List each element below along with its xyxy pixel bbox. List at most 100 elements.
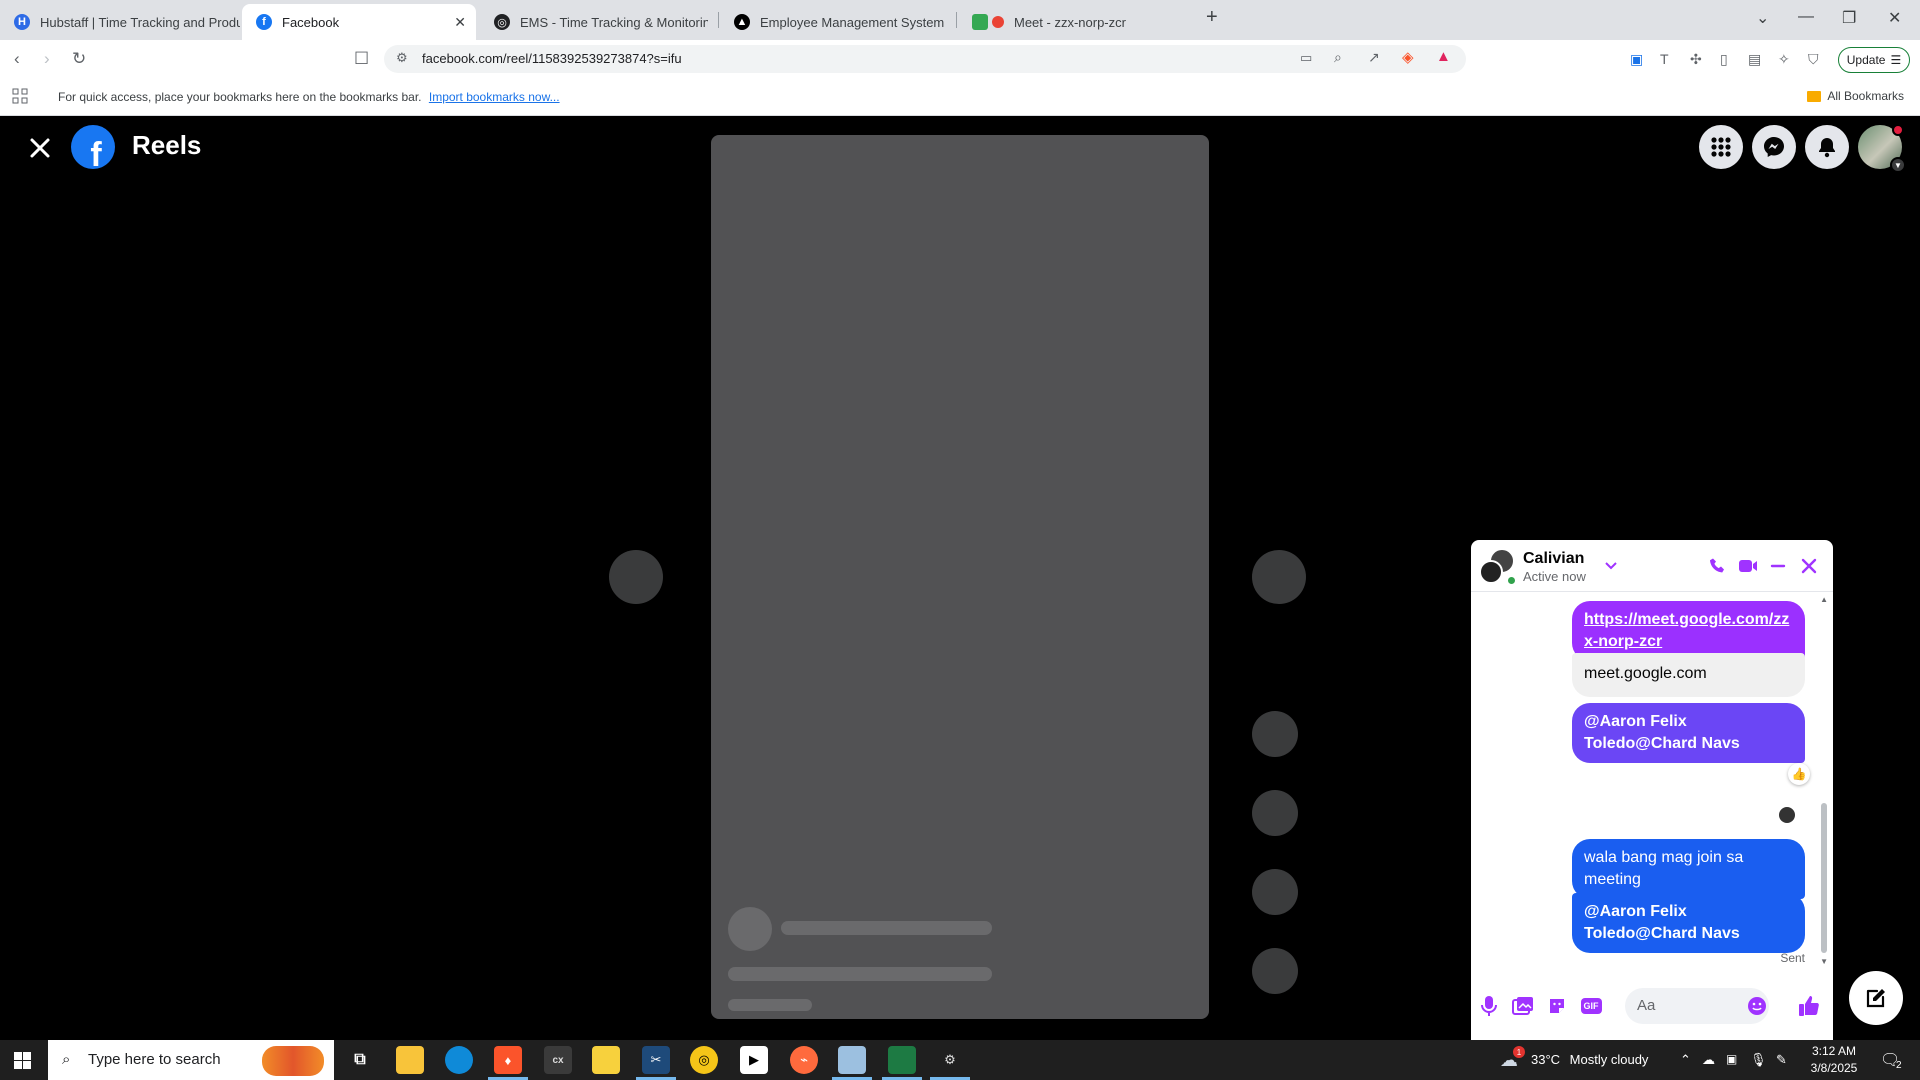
like-action-placeholder[interactable]: [1252, 711, 1298, 757]
spreadsheet-icon[interactable]: [888, 1046, 916, 1074]
taskbar-search[interactable]: ⌕ Type here to search: [48, 1040, 334, 1080]
facebook-favicon-icon: f: [256, 14, 272, 30]
all-bookmarks-button[interactable]: All Bookmarks: [1807, 89, 1904, 103]
profile-avatar[interactable]: ▼: [1858, 124, 1906, 173]
network-icon[interactable]: ▣: [1726, 1052, 1737, 1066]
remote-desktop-icon[interactable]: [838, 1046, 866, 1074]
address-bar[interactable]: ⚙ facebook.com/reel/1158392539273874?s=i…: [384, 45, 1466, 73]
update-button[interactable]: Update ☰: [1838, 47, 1910, 73]
wallet-icon[interactable]: ▤: [1748, 49, 1761, 69]
task-view-icon[interactable]: ⧉: [346, 1046, 374, 1074]
tab-search-chevron-icon[interactable]: ⌄: [1756, 8, 1769, 28]
sticker-icon[interactable]: [1545, 994, 1569, 1018]
message-bubble-link[interactable]: https://meet.google.com/zzx-norp-zcr: [1572, 601, 1805, 661]
restore-icon[interactable]: ❐: [1842, 8, 1856, 28]
app-dark-icon[interactable]: ▶: [740, 1046, 768, 1074]
vpn-icon[interactable]: ⛉: [1808, 49, 1819, 69]
app-yellow-icon[interactable]: ◎: [690, 1046, 718, 1074]
window-close-icon[interactable]: ✕: [1888, 8, 1901, 28]
notification-count: 2: [1896, 1060, 1902, 1071]
facebook-logo-icon[interactable]: f: [71, 125, 115, 169]
forward-icon[interactable]: ›: [44, 49, 50, 69]
chat-contact-name[interactable]: Calivian: [1523, 550, 1584, 568]
extension-icon[interactable]: ▣: [1630, 49, 1643, 69]
close-chat-icon[interactable]: [1798, 555, 1820, 577]
chevron-down-icon[interactable]: [1604, 558, 1618, 572]
system-clock[interactable]: 3:12 AM 3/8/2025: [1798, 1043, 1870, 1077]
share-action-placeholder[interactable]: [1252, 869, 1298, 915]
extensions-puzzle-icon[interactable]: ✣: [1690, 49, 1702, 69]
tab-ems[interactable]: ◎ EMS - Time Tracking & Monitoring: [480, 4, 708, 40]
minimize-chat-icon[interactable]: [1767, 555, 1789, 577]
url-text[interactable]: facebook.com/reel/1158392539273874?s=ifu: [422, 51, 682, 66]
chat-scrollbar[interactable]: [1821, 803, 1827, 953]
microphone-icon[interactable]: [1477, 994, 1501, 1018]
thumbs-up-send-icon[interactable]: [1795, 992, 1823, 1020]
comment-action-placeholder[interactable]: [1252, 790, 1298, 836]
show-hidden-icons-icon[interactable]: ⌃: [1680, 1052, 1691, 1068]
bookmark-icon[interactable]: ☐: [354, 49, 369, 69]
import-bookmarks-link[interactable]: Import bookmarks now...: [429, 90, 560, 104]
messenger-button[interactable]: [1752, 125, 1796, 169]
notifications-button[interactable]: [1805, 125, 1849, 169]
file-explorer-icon[interactable]: [396, 1046, 424, 1074]
tab-hubstaff[interactable]: H Hubstaff | Time Tracking and Produ: [0, 4, 240, 40]
brave-rewards-icon[interactable]: ▲: [1436, 48, 1451, 65]
scroll-up-icon[interactable]: ▲: [1820, 595, 1828, 604]
emoji-icon[interactable]: [1747, 996, 1767, 1016]
message-bubble[interactable]: @Aaron Felix Toledo@Chard Navs: [1572, 893, 1805, 953]
cmd-icon[interactable]: cx: [544, 1046, 572, 1074]
tab-title: EMS - Time Tracking & Monitoring: [520, 14, 708, 30]
message-bubble[interactable]: @Aaron Felix Toledo@Chard Navs: [1572, 703, 1805, 763]
menu-grid-button[interactable]: [1699, 125, 1743, 169]
previous-reel-button[interactable]: [609, 550, 663, 604]
reload-icon[interactable]: ↻: [72, 49, 86, 69]
close-reels-icon[interactable]: [26, 134, 54, 162]
tab-meet[interactable]: Meet - zzx-norp-zcr: [958, 4, 1194, 40]
snipping-tool-icon[interactable]: ✂: [642, 1046, 670, 1074]
scroll-down-icon[interactable]: ▼: [1820, 957, 1828, 966]
video-call-icon[interactable]: [1737, 555, 1759, 577]
new-message-button[interactable]: [1849, 971, 1903, 1025]
edge-icon[interactable]: [445, 1046, 473, 1074]
message-bubble[interactable]: wala bang mag join sa meeting: [1572, 839, 1805, 899]
weather-badge: 1: [1513, 1046, 1525, 1058]
chat-messages[interactable]: https://meet.google.com/zzx-norp-zcr mee…: [1471, 593, 1833, 972]
next-reel-button[interactable]: [1252, 550, 1306, 604]
back-icon[interactable]: ‹: [14, 49, 20, 69]
text-extension-icon[interactable]: T: [1660, 49, 1669, 69]
brave-icon[interactable]: ♦: [494, 1046, 522, 1074]
chat-contact-avatar[interactable]: [1479, 548, 1517, 586]
gif-icon[interactable]: GIF: [1579, 994, 1603, 1018]
tab-employee-management[interactable]: ▲ Employee Management System: [720, 4, 956, 40]
cast-icon[interactable]: ▭: [1300, 50, 1312, 66]
postman-icon[interactable]: ⌁: [790, 1046, 818, 1074]
meet-link[interactable]: https://meet.google.com/zzx-norp-zcr: [1584, 611, 1789, 650]
minimize-icon[interactable]: —: [1798, 8, 1814, 26]
site-info-icon[interactable]: ⚙: [396, 50, 408, 66]
message-text: @Aaron Felix Toledo@Chard Navs: [1584, 713, 1740, 752]
tab-facebook[interactable]: f Facebook ✕: [242, 4, 476, 40]
link-preview[interactable]: meet.google.com: [1572, 653, 1805, 697]
leo-ai-icon[interactable]: ✧: [1778, 49, 1790, 69]
pen-icon[interactable]: ✎: [1776, 1052, 1787, 1068]
close-tab-icon[interactable]: ✕: [454, 14, 466, 31]
new-tab-icon[interactable]: +: [1206, 6, 1218, 29]
chat-header[interactable]: Calivian Active now: [1471, 540, 1833, 592]
zoom-icon[interactable]: ⌕: [1334, 49, 1342, 66]
photo-icon[interactable]: [1511, 994, 1535, 1018]
onedrive-icon[interactable]: ☁: [1702, 1052, 1715, 1068]
more-action-placeholder[interactable]: [1252, 948, 1298, 994]
reel-video-placeholder[interactable]: [711, 135, 1209, 1019]
sticky-notes-icon[interactable]: [592, 1046, 620, 1074]
windows-start-icon[interactable]: [14, 1052, 31, 1069]
thumbs-up-reaction-icon[interactable]: 👍: [1788, 763, 1810, 785]
microphone-tray-icon[interactable]: 🎙: [1750, 1052, 1767, 1068]
share-icon[interactable]: ↗: [1368, 49, 1380, 66]
apps-grid-icon[interactable]: [12, 88, 28, 104]
weather-widget[interactable]: 33°C Mostly cloudy: [1531, 1052, 1648, 1067]
settings-gear-icon[interactable]: ⚙: [936, 1046, 964, 1074]
sidebar-icon[interactable]: ▯: [1720, 49, 1728, 69]
voice-call-icon[interactable]: [1707, 555, 1729, 577]
brave-shield-icon[interactable]: ◈: [1402, 48, 1414, 66]
